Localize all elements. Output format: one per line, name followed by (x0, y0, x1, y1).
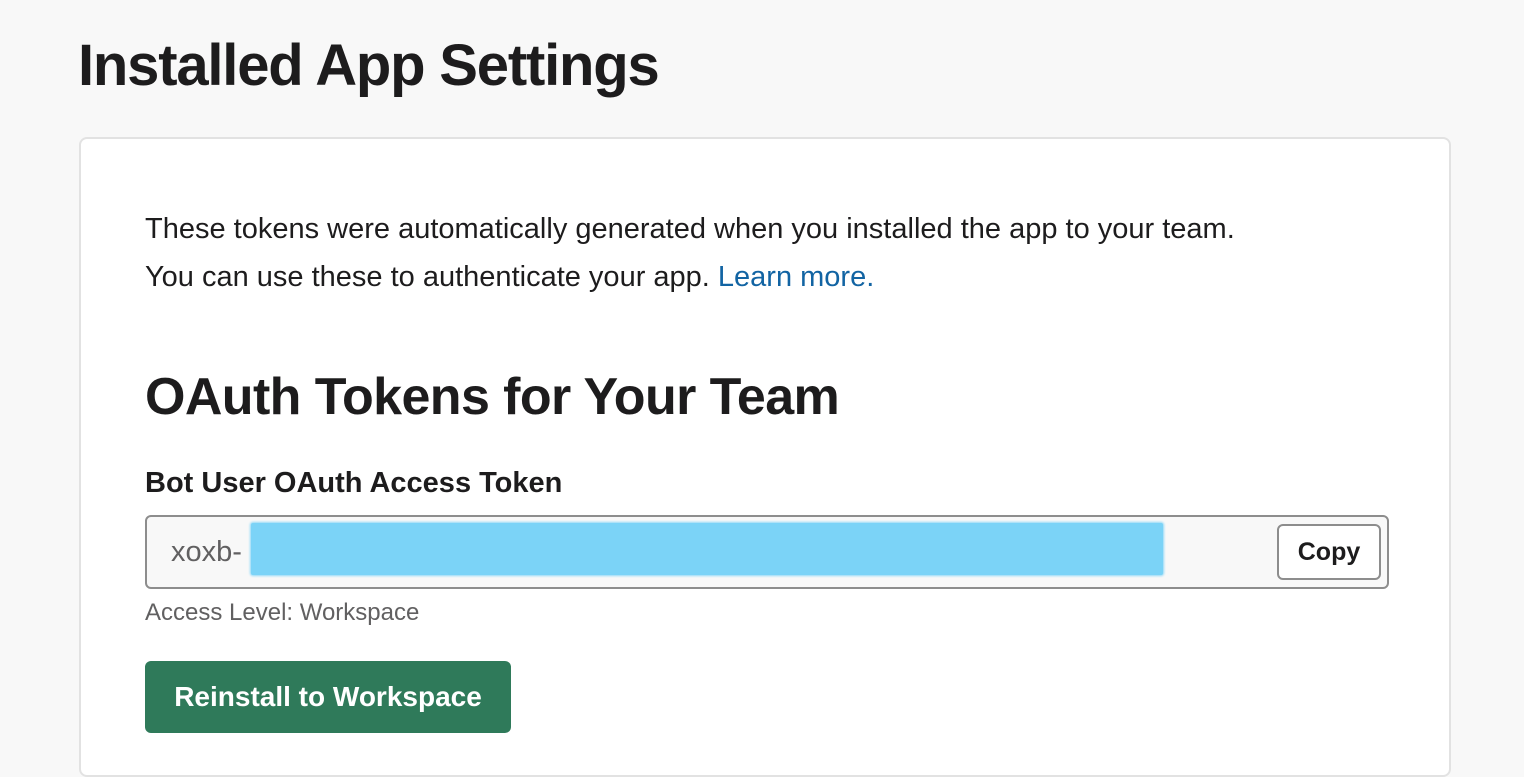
token-prefix: xoxb- (171, 536, 242, 568)
learn-more-link[interactable]: Learn more. (718, 261, 874, 293)
page-title: Installed App Settings (78, 33, 660, 98)
intro-text: These tokens were automatically generate… (145, 205, 1405, 301)
copy-button[interactable]: Copy (1277, 524, 1381, 580)
section-title: OAuth Tokens for Your Team (145, 368, 840, 426)
token-label: Bot User OAuth Access Token (145, 467, 563, 499)
tokens-card: These tokens were automatically generate… (79, 137, 1451, 777)
reinstall-button[interactable]: Reinstall to Workspace (145, 661, 511, 733)
token-redaction (251, 523, 1163, 575)
token-field[interactable]: xoxb- Copy (145, 515, 1389, 589)
access-level-text: Access Level: Workspace (145, 599, 420, 626)
intro-line-1: These tokens were automatically generate… (145, 213, 1235, 245)
intro-line-2: You can use these to authenticate your a… (145, 261, 710, 293)
